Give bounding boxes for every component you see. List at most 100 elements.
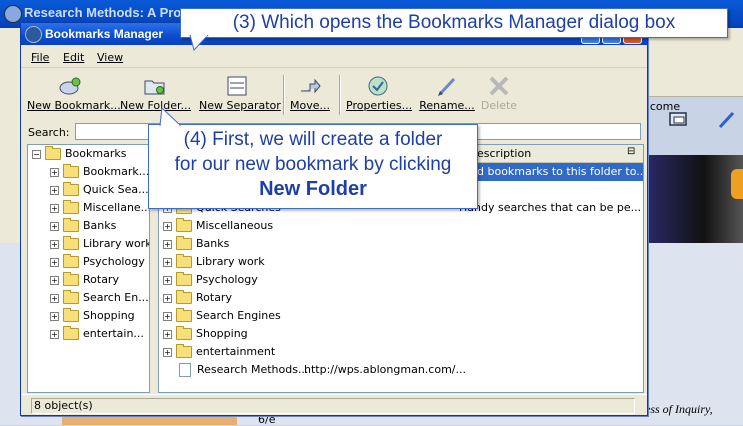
expand-icon[interactable]: + bbox=[163, 257, 172, 267]
list-item-name: Psychology bbox=[196, 273, 258, 286]
browser-banner-image bbox=[645, 155, 743, 243]
rename-label: Rename... bbox=[419, 99, 475, 112]
tree-item-label: Rotary bbox=[83, 273, 119, 286]
open-folder-icon bbox=[45, 146, 61, 160]
new-bookmark-button[interactable]: New Bookmark... bbox=[27, 73, 121, 117]
list-item[interactable]: + entertainment bbox=[159, 343, 643, 361]
folder-icon bbox=[63, 326, 79, 340]
expand-icon[interactable]: + bbox=[50, 167, 59, 177]
expand-icon[interactable]: + bbox=[50, 221, 59, 231]
menu-view[interactable]: View bbox=[97, 51, 123, 64]
expand-icon[interactable]: + bbox=[50, 185, 59, 195]
expand-icon[interactable]: + bbox=[50, 275, 59, 285]
expand-icon[interactable]: + bbox=[50, 293, 59, 303]
tree-item[interactable]: + Rotary bbox=[50, 272, 119, 291]
list-item-name: entertainment bbox=[196, 345, 276, 358]
search-label: Search: bbox=[28, 126, 70, 139]
list-item-name: Rotary bbox=[196, 291, 232, 304]
tree-item[interactable]: + entertain... bbox=[50, 326, 144, 345]
tree-item-label: entertain... bbox=[83, 327, 144, 340]
tree-item[interactable]: + Bookmark... bbox=[50, 164, 149, 183]
list-item-name: Miscellaneous bbox=[196, 219, 274, 232]
list-item[interactable]: + Psychology bbox=[159, 271, 643, 289]
callout-step4-pointer bbox=[159, 108, 182, 126]
tree-item[interactable]: + Library work bbox=[50, 236, 149, 255]
globe-icon bbox=[731, 169, 743, 199]
list-item[interactable]: + Search Engines bbox=[159, 307, 643, 325]
expand-icon[interactable]: + bbox=[50, 329, 59, 339]
tree-item[interactable]: + Banks bbox=[50, 218, 117, 237]
bookmark-page-icon bbox=[179, 363, 191, 377]
expand-icon[interactable]: + bbox=[50, 239, 59, 249]
folder-icon bbox=[176, 344, 192, 358]
new-separator-label: New Separator bbox=[199, 99, 281, 112]
expand-icon[interactable]: + bbox=[163, 347, 172, 357]
expand-icon[interactable]: + bbox=[163, 329, 172, 339]
list-item-name: Research Methods... bbox=[197, 363, 309, 376]
tree-item[interactable]: + Shopping bbox=[50, 308, 135, 327]
list-item[interactable]: + Miscellaneous bbox=[159, 217, 643, 235]
expand-icon[interactable]: + bbox=[163, 239, 172, 249]
browser-left-strip bbox=[0, 96, 20, 256]
new-bookmark-icon bbox=[59, 77, 81, 95]
callout-step3-text: (3) Which opens the Bookmarks Manager di… bbox=[232, 12, 676, 33]
dialog-toolbar: New Bookmark... New Folder... New Separa… bbox=[21, 69, 647, 119]
expand-icon[interactable]: + bbox=[163, 221, 172, 231]
status-text: 8 object(s) bbox=[31, 398, 635, 414]
list-item[interactable]: Research Methods... http://wps.ablongman… bbox=[159, 361, 643, 379]
list-item-location: http://wps.ablongman.com/... bbox=[304, 363, 466, 376]
properties-icon bbox=[368, 76, 388, 96]
folder-icon bbox=[176, 290, 192, 304]
status-bar: 8 object(s) bbox=[21, 394, 647, 415]
new-separator-button[interactable]: New Separator bbox=[199, 73, 281, 117]
folder-icon bbox=[176, 218, 192, 232]
list-item[interactable]: + Banks bbox=[159, 235, 643, 253]
folder-icon bbox=[176, 254, 192, 268]
list-item-name: Shopping bbox=[196, 327, 248, 340]
menu-edit[interactable]: Edit bbox=[63, 51, 84, 64]
list-item[interactable]: + Rotary bbox=[159, 289, 643, 307]
expand-icon[interactable]: + bbox=[50, 203, 59, 213]
folder-icon bbox=[176, 236, 192, 250]
new-folder-icon bbox=[144, 80, 165, 95]
expand-icon[interactable]: + bbox=[50, 311, 59, 321]
tree-item-label: Psychology bbox=[83, 255, 145, 268]
callout-step4-line3: New Folder bbox=[259, 178, 367, 200]
folder-icon bbox=[63, 290, 79, 304]
expand-icon[interactable]: + bbox=[163, 293, 172, 303]
move-button[interactable]: Move... bbox=[288, 73, 332, 117]
tree-item[interactable]: + Psychology bbox=[50, 254, 145, 273]
menu-file[interactable]: File bbox=[31, 51, 49, 64]
expand-icon[interactable]: + bbox=[163, 275, 172, 285]
print-preview-icon[interactable] bbox=[668, 110, 690, 130]
list-item[interactable]: + Library work bbox=[159, 253, 643, 271]
callout-step3: (3) Which opens the Bookmarks Manager di… bbox=[180, 8, 728, 38]
column-picker-icon[interactable]: ⊟ bbox=[627, 146, 635, 157]
list-item-name: Banks bbox=[196, 237, 230, 250]
tree-item-label: Search En... bbox=[83, 291, 149, 304]
rename-button[interactable]: Rename... bbox=[418, 73, 476, 117]
app-icon bbox=[25, 26, 42, 43]
expand-icon[interactable]: + bbox=[163, 311, 172, 321]
tree-item[interactable]: + Quick Sea... bbox=[50, 182, 149, 201]
delete-button[interactable]: Delete bbox=[479, 73, 519, 117]
pencil-icon[interactable] bbox=[716, 110, 738, 130]
tree-root-bookmarks[interactable]: − Bookmarks bbox=[32, 146, 126, 165]
collapse-icon[interactable]: − bbox=[32, 149, 41, 159]
folder-icon bbox=[63, 218, 79, 232]
browser-logo-icon bbox=[4, 5, 22, 23]
expand-icon[interactable]: + bbox=[50, 257, 59, 267]
tree-item-label: Banks bbox=[83, 219, 117, 232]
new-bookmark-label: New Bookmark... bbox=[27, 99, 121, 112]
tree-item[interactable]: + Search En... bbox=[50, 290, 149, 309]
bookmarks-manager-dialog: Bookmarks Manager File Edit View New Boo… bbox=[20, 22, 648, 416]
tree-item[interactable]: + Miscellane... bbox=[50, 200, 149, 219]
column-header-description[interactable]: escription bbox=[477, 147, 531, 160]
properties-button[interactable]: Properties... bbox=[346, 73, 412, 117]
rename-icon bbox=[438, 77, 456, 96]
folder-icon bbox=[63, 308, 79, 322]
dialog-menu-bar: File Edit View bbox=[21, 47, 647, 68]
callout-step4: (4) First, we will create a folder for o… bbox=[148, 124, 478, 209]
list-item[interactable]: + Shopping bbox=[159, 325, 643, 343]
folder-icon bbox=[63, 164, 79, 178]
